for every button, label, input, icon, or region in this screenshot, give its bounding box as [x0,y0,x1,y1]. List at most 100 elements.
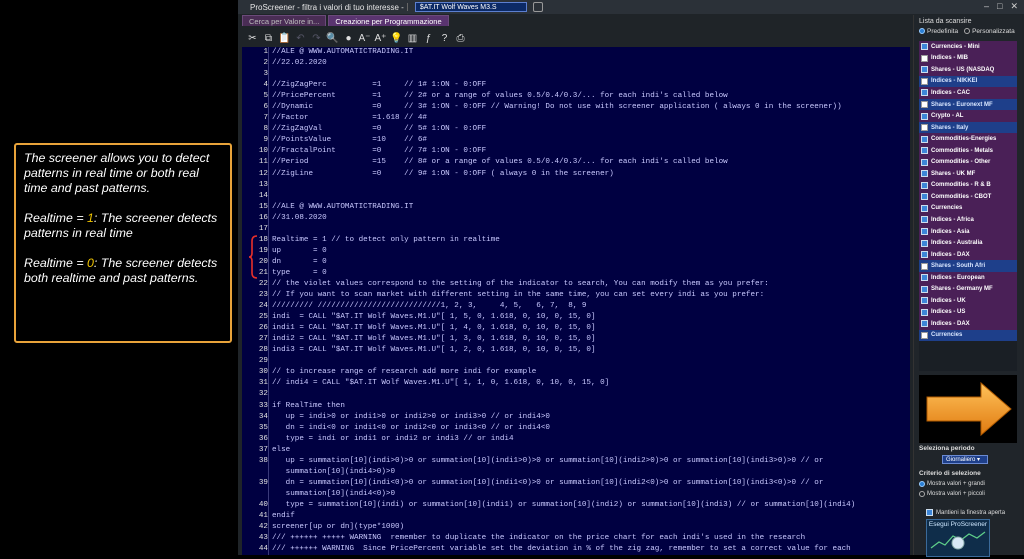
code-line[interactable]: summation[10](indi4<0)>0 [242,489,910,500]
close-icon[interactable]: ✕ [1010,1,1018,12]
code-line[interactable]: 3 [242,69,910,80]
tab-search-by-value[interactable]: Cerca per Valore in... [242,15,327,26]
code-editor[interactable]: 1 //ALE @ WWW.AUTOMATICTRADING.IT 2 //22.02… [242,47,910,555]
keep-open-checkbox[interactable]: Mantieni la finestra aperta [926,509,1005,516]
code-line[interactable]: 26 indi1 = CALL "$AT.IT Wolf Waves.M1.U"[… [242,323,910,334]
checkbox-checked-icon[interactable] [921,147,928,155]
code-line[interactable]: 17 [242,224,910,235]
market-list[interactable]: Currencies - Mini Indices - MIB Shares - U… [919,41,1017,371]
code-line[interactable]: 16 //31.08.2020 [242,213,910,224]
code-line[interactable]: 4 //ZigZagPerc =1 // 1# 1:ON - 0:OFF [242,80,910,91]
bars-icon[interactable]: ▥ [406,32,419,45]
code-line[interactable]: 36 type = indi or indi1 or indi2 or indi… [242,434,910,445]
code-line[interactable]: 20 dn = 0 [242,257,910,268]
checkbox-checked-icon[interactable] [921,66,928,74]
market-list-item[interactable]: Currencies [919,329,1017,342]
criteria-high-option[interactable]: Mostra valori + grandi [919,481,985,487]
screener-name-field[interactable]: $AT.IT Wolf Waves M3.S [414,2,527,12]
code-line[interactable]: 28 indi3 = CALL "$AT.IT Wolf Waves.M1.U"[… [242,345,910,356]
checkbox-checked-icon[interactable] [921,158,928,166]
code-line[interactable]: 9 //PointsValue =10 // 6# [242,135,910,146]
market-list-item[interactable]: Commodities - Other [919,156,1017,169]
scissors-icon[interactable]: ✂ [246,32,259,45]
code-line[interactable]: 44 /// ++++++ WARNING Since PricePercent … [242,544,910,555]
checkbox-unchecked-icon[interactable] [921,124,928,132]
criteria-low-option[interactable]: Mostra valori + piccoli [919,491,985,497]
code-line[interactable]: 30 // to increase range of research add m… [242,367,910,378]
code-line[interactable]: 6 //Dynamic =0 // 3# 1:ON - 0:OFF // Warn… [242,102,910,113]
code-line[interactable]: 27 indi2 = CALL "$AT.IT Wolf Waves.M1.U"[… [242,334,910,345]
code-line[interactable]: 2 //22.02.2020 [242,58,910,69]
checkbox-checked-icon[interactable] [921,112,928,120]
maximize-icon[interactable]: □ [997,1,1002,12]
font-decrease-icon[interactable]: A⁻ [358,32,371,45]
code-line[interactable]: 25 indi = CALL "$AT.IT Wolf Waves.M1.U"[ … [242,312,910,323]
code-line[interactable]: 19 up = 0 [242,246,910,257]
checkbox-unchecked-icon[interactable] [921,331,928,339]
market-list-item[interactable]: Indices - Africa [919,214,1017,226]
code-line[interactable]: 24 ///////// ///////////////////////////1… [242,301,910,312]
tab-programming[interactable]: Creazione per Programmazione [328,15,449,26]
font-increase-icon[interactable]: A⁺ [374,32,387,45]
code-line[interactable]: 43 /// ++++++ +++++ WARNING remember to d… [242,533,910,544]
code-line[interactable]: 39 dn = summation[10](indi<0)>0 or summa… [242,478,910,489]
checkbox-checked-icon[interactable] [921,308,928,316]
market-list-item[interactable]: Indices - Australia [919,237,1017,249]
checkbox-checked-icon[interactable] [921,204,928,212]
code-line[interactable]: 13 [242,180,910,191]
redo-icon[interactable]: ↷ [310,32,323,45]
code-line[interactable]: 1 //ALE @ WWW.AUTOMATICTRADING.IT [242,47,910,58]
checkbox-checked-icon[interactable] [921,285,928,293]
checkbox-checked-icon[interactable] [921,239,928,247]
market-list-item[interactable]: Indices - US [919,306,1017,319]
code-line[interactable]: 29 [242,356,910,367]
code-line[interactable]: 40 type = summation[10](indi) or summati… [242,500,910,511]
checkbox-checked-icon[interactable] [921,89,928,97]
code-line[interactable]: 34 up = indi>0 or indi1>0 or indi2>0 or … [242,412,910,423]
print-icon[interactable]: ⎙ [454,32,467,45]
market-list-item[interactable]: Shares - Italy [919,121,1017,134]
market-list-item[interactable]: Commodities-Energies [919,133,1017,145]
market-list-item[interactable]: Indices - CAC [919,87,1017,99]
code-line[interactable]: 37 else [242,445,910,456]
checkbox-checked-icon[interactable] [921,43,928,51]
market-list-item[interactable]: Currencies - Mini [919,41,1017,53]
market-list-item[interactable]: Commodities - R & B [919,179,1017,192]
checkbox-checked-icon[interactable] [921,135,928,143]
code-line[interactable]: 41 endif [242,511,910,522]
market-list-item[interactable]: Currencies [919,202,1017,215]
code-line[interactable]: 15 //ALE @ WWW.AUTOMATICTRADING.IT [242,202,910,213]
market-list-item[interactable]: Commodities - CBOT [919,191,1017,203]
market-list-item[interactable]: Shares - UK MF [919,168,1017,180]
code-line[interactable]: 21 type = 0 [242,268,910,279]
market-list-item[interactable]: Indices - NIKKEI [919,75,1017,88]
code-line[interactable]: 32 [242,389,910,400]
code-line[interactable]: 8 //ZigZagVal =0 // 5# 1:ON - 0:OFF [242,124,910,135]
market-list-item[interactable]: Shares - US (NASDAQ [919,64,1017,76]
market-list-item[interactable]: Indices - MIB [919,52,1017,65]
checkbox-checked-icon[interactable] [921,320,928,328]
period-select[interactable]: Giornaliero ▾ [942,455,988,464]
code-line[interactable]: 11 //Period =15 // 8# or a range of value… [242,157,910,168]
run-proscreener-button[interactable]: Esegui ProScreener [926,519,990,557]
copy-window-icon[interactable] [532,2,543,12]
code-line[interactable]: 22 // the violet values correspond to the… [242,279,910,290]
paste-icon[interactable]: 📋 [278,32,291,45]
search-icon[interactable]: 🔍 [326,32,339,45]
checkbox-unchecked-icon[interactable] [921,54,928,62]
checkbox-checked-icon[interactable] [921,170,928,178]
code-line[interactable]: 31 // indi4 = CALL "$AT.IT Wolf Waves.M1.… [242,378,910,389]
undo-icon[interactable]: ↶ [294,32,307,45]
checkbox-checked-icon[interactable] [921,251,928,259]
code-line[interactable]: 18 Realtime = 1 // to detect only pattern… [242,235,910,246]
market-list-item[interactable]: Indices - DAX [919,248,1017,261]
code-line[interactable]: 14 [242,191,910,202]
minimize-icon[interactable]: – [984,1,989,12]
radio-predefinita[interactable]: Predefinita [919,28,958,35]
market-list-item[interactable]: Indices - UK [919,295,1017,307]
copy-icon[interactable]: ⧉ [262,32,275,45]
checkbox-checked-icon[interactable] [921,274,928,282]
code-line[interactable]: 5 //PricePercent =1 // 2# or a range of v… [242,91,910,102]
code-line[interactable]: 42 screener[up or dn](type*1000) [242,522,910,533]
checkbox-unchecked-icon[interactable] [921,77,928,85]
